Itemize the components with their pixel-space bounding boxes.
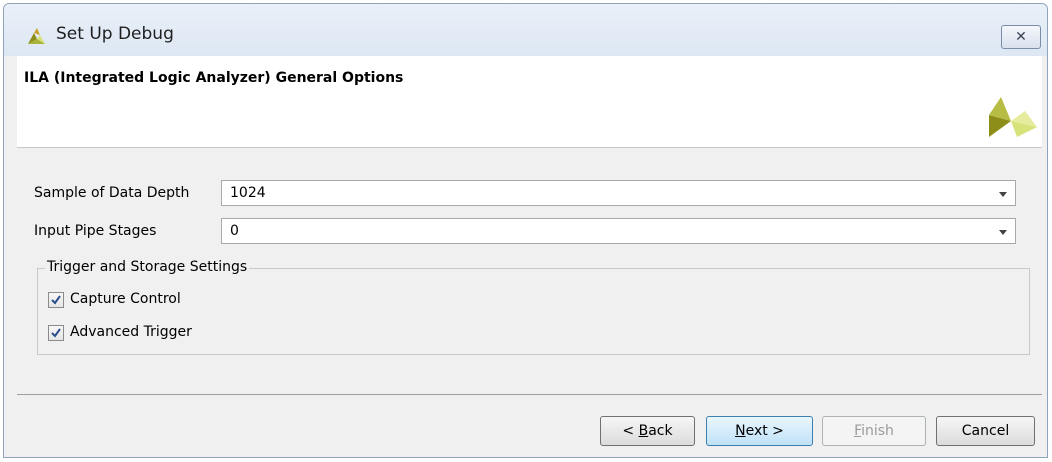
close-icon[interactable]: ✕ — [1015, 29, 1027, 45]
pipe-stages-select[interactable]: 0 — [221, 218, 1016, 244]
window-title: Set Up Debug — [56, 24, 174, 44]
checkbox-checked-icon[interactable] — [48, 325, 64, 341]
back-button[interactable]: < Back — [600, 416, 695, 446]
page-title: ILA (Integrated Logic Analyzer) General … — [24, 70, 404, 86]
group-legend: Trigger and Storage Settings — [45, 259, 250, 275]
data-depth-label: Sample of Data Depth — [34, 185, 190, 201]
checkbox-checked-icon[interactable] — [48, 292, 64, 308]
xilinx-logo — [989, 97, 1037, 137]
finish-button[interactable]: Finish — [822, 416, 926, 446]
pipe-stages-label: Input Pipe Stages — [34, 223, 157, 239]
title-bar: Set Up Debug ✕ — [4, 4, 1047, 56]
close-button[interactable]: ✕ — [1001, 25, 1041, 49]
trigger-storage-group: Trigger and Storage Settings Capture Con… — [37, 259, 1030, 355]
data-depth-value: 1024 — [230, 185, 266, 201]
xilinx-logo-icon — [28, 28, 45, 44]
pipe-stages-row: Input Pipe Stages 0 — [17, 218, 1042, 246]
page-header: ILA (Integrated Logic Analyzer) General … — [17, 56, 1042, 148]
capture-control-label[interactable]: Capture Control — [70, 291, 181, 307]
next-button[interactable]: Next > — [706, 416, 813, 446]
cancel-button[interactable]: Cancel — [936, 416, 1035, 446]
chevron-down-icon[interactable] — [999, 230, 1007, 235]
pipe-stages-value: 0 — [230, 223, 239, 239]
data-depth-row: Sample of Data Depth 1024 — [17, 180, 1042, 208]
setup-debug-dialog: Set Up Debug ✕ ILA (Integrated Logic Ana… — [3, 3, 1048, 458]
options-panel: Sample of Data Depth 1024 Input Pipe Sta… — [17, 148, 1042, 408]
footer-separator — [17, 394, 1042, 395]
chevron-down-icon[interactable] — [999, 192, 1007, 197]
data-depth-select[interactable]: 1024 — [221, 180, 1016, 206]
advanced-trigger-label[interactable]: Advanced Trigger — [70, 324, 192, 340]
